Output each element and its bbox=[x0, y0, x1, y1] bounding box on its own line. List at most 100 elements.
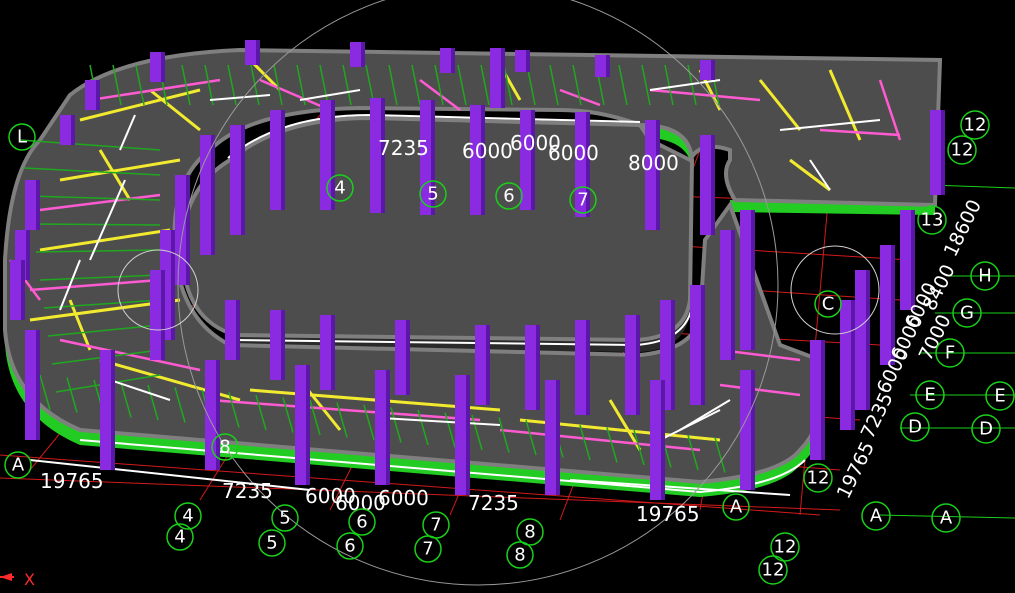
axis-indicator: X bbox=[0, 570, 35, 589]
axis-bubble[interactable]: 12 bbox=[947, 135, 977, 165]
svg-text:12: 12 bbox=[964, 115, 987, 136]
column-shade bbox=[866, 270, 870, 410]
column bbox=[740, 370, 751, 490]
column bbox=[840, 300, 851, 430]
column bbox=[595, 55, 606, 77]
svg-text:4: 4 bbox=[174, 527, 185, 548]
column-shade bbox=[486, 325, 490, 405]
column-shade bbox=[386, 370, 390, 485]
axis-bubble[interactable]: A bbox=[931, 503, 961, 533]
beam bbox=[31, 223, 161, 226]
axis-bubble[interactable]: 8 bbox=[506, 541, 534, 569]
column-shade bbox=[606, 55, 610, 77]
column-shade bbox=[731, 230, 735, 360]
column-shade bbox=[656, 120, 660, 230]
column bbox=[150, 52, 161, 82]
svg-text:H: H bbox=[978, 266, 992, 287]
column-shade bbox=[36, 330, 40, 440]
axis-bubble[interactable]: 12 bbox=[803, 463, 833, 493]
svg-text:7: 7 bbox=[577, 190, 588, 211]
column-shade bbox=[26, 230, 30, 280]
svg-text:8: 8 bbox=[514, 545, 525, 566]
column bbox=[700, 60, 711, 80]
svg-text:13: 13 bbox=[921, 210, 944, 231]
dim-inner-5: 8000 bbox=[628, 151, 679, 175]
axis-bubble[interactable]: A bbox=[722, 493, 750, 521]
column bbox=[245, 40, 256, 65]
column bbox=[515, 50, 526, 72]
column bbox=[320, 315, 331, 390]
axis-bubble[interactable]: E bbox=[985, 381, 1015, 411]
svg-text:12: 12 bbox=[807, 468, 830, 489]
column-shade bbox=[331, 315, 335, 390]
svg-text:8: 8 bbox=[524, 522, 535, 543]
column bbox=[740, 210, 751, 350]
column-shade bbox=[186, 175, 190, 285]
column-shade bbox=[701, 285, 705, 405]
column-shade bbox=[711, 135, 715, 235]
column bbox=[10, 260, 21, 320]
column bbox=[395, 320, 406, 395]
column-shade bbox=[851, 300, 855, 430]
svg-text:F: F bbox=[945, 343, 955, 364]
column bbox=[690, 285, 701, 405]
column bbox=[625, 315, 636, 415]
column-shade bbox=[211, 135, 215, 255]
column bbox=[100, 350, 111, 470]
svg-text:A: A bbox=[730, 497, 743, 518]
column bbox=[270, 310, 281, 380]
axis-bubble[interactable]: L bbox=[8, 123, 36, 151]
column bbox=[455, 375, 466, 495]
dim-inner-1: 7235 bbox=[378, 136, 429, 160]
column bbox=[230, 125, 241, 235]
axis-bubble[interactable]: 5 bbox=[271, 504, 299, 532]
x-axis-label: X bbox=[24, 570, 35, 589]
axis-bubble[interactable]: D bbox=[900, 412, 930, 442]
column-shade bbox=[586, 320, 590, 415]
axis-bubble[interactable]: D bbox=[971, 414, 1001, 444]
axis-bubble[interactable]: 7 bbox=[414, 535, 442, 563]
column bbox=[150, 270, 161, 360]
column bbox=[930, 110, 941, 195]
axis-bubble[interactable]: 12 bbox=[758, 555, 788, 585]
axis-bubble[interactable]: 7 bbox=[422, 511, 450, 539]
svg-text:6: 6 bbox=[503, 186, 514, 207]
svg-text:7: 7 bbox=[422, 539, 433, 560]
column bbox=[175, 175, 186, 285]
dim-bottom-1: 19765 bbox=[40, 469, 104, 493]
column-shade bbox=[96, 80, 100, 110]
dim-bottom-5: 6000 bbox=[378, 486, 429, 510]
svg-text:A: A bbox=[940, 508, 953, 529]
dim-right-7: 18600 bbox=[940, 196, 986, 260]
axis-bubble[interactable]: 6 bbox=[336, 532, 364, 560]
svg-text:D: D bbox=[908, 417, 922, 438]
axis-bubble[interactable]: 13 bbox=[917, 205, 947, 235]
dim-bottom-7: 19765 bbox=[636, 502, 700, 526]
axis-bubble[interactable]: 4 bbox=[166, 523, 194, 551]
column-shade bbox=[361, 42, 365, 67]
axis-bubble[interactable]: A bbox=[4, 451, 32, 479]
axis-bubble[interactable]: 6 bbox=[348, 508, 376, 536]
dim-inner-2: 6000 bbox=[462, 139, 513, 163]
axis-bubble[interactable]: 5 bbox=[258, 529, 286, 557]
column bbox=[270, 110, 281, 210]
column bbox=[350, 42, 361, 67]
column-shade bbox=[526, 50, 530, 72]
column-shade bbox=[71, 115, 75, 145]
structural-3d-viewport[interactable]: 19765 7235 6000 6000 6000 7235 19765 723… bbox=[0, 0, 1015, 589]
axis-bubble[interactable]: A bbox=[861, 501, 891, 531]
column bbox=[700, 135, 711, 235]
column-shade bbox=[161, 52, 165, 82]
column-shade bbox=[751, 370, 755, 490]
svg-text:12: 12 bbox=[774, 537, 797, 558]
column-shade bbox=[306, 365, 310, 485]
axis-bubble[interactable]: 12 bbox=[960, 110, 990, 140]
column-shade bbox=[281, 310, 285, 380]
svg-text:E: E bbox=[994, 386, 1005, 407]
column-shade bbox=[36, 180, 40, 230]
axis-bubble[interactable]: 8 bbox=[516, 518, 544, 546]
axis-bubble[interactable]: 4 bbox=[174, 502, 202, 530]
column-shade bbox=[111, 350, 115, 470]
column-shade bbox=[636, 315, 640, 415]
column bbox=[525, 325, 536, 410]
